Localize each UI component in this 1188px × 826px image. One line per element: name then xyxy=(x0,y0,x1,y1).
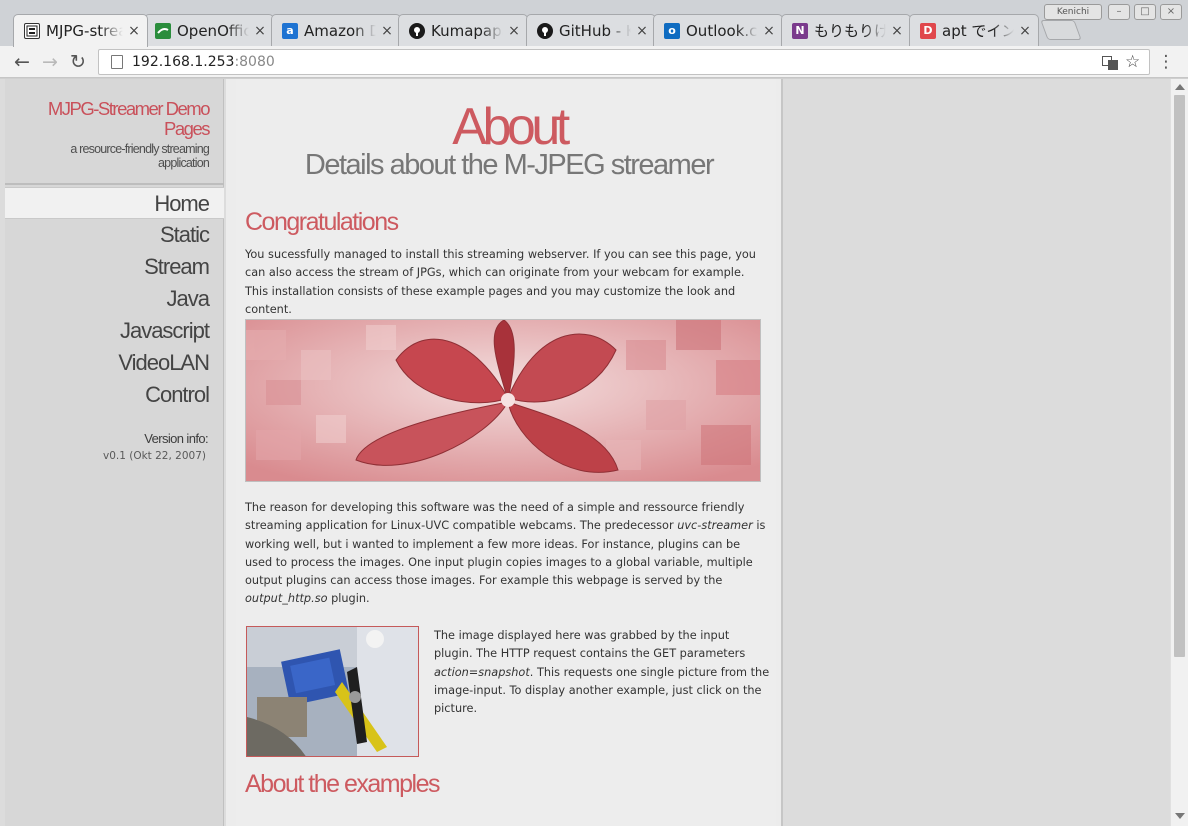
onenote-icon: N xyxy=(792,22,808,39)
tab-kumapapa[interactable]: Kumapapa × xyxy=(398,14,528,46)
minimize-button[interactable]: – xyxy=(1108,4,1130,20)
tab-amazon-drive[interactable]: a Amazon Drive × xyxy=(271,14,401,46)
tab-title: もりもりけん xyxy=(814,22,886,40)
page-icon xyxy=(111,55,123,69)
scroll-down-icon[interactable] xyxy=(1175,813,1185,819)
snapshot-caption: The image displayed here was grabbed by … xyxy=(434,627,770,718)
tab-outlook[interactable]: o Outlook.com × xyxy=(653,14,783,46)
docs-icon: D xyxy=(920,22,936,39)
close-icon[interactable]: × xyxy=(890,23,904,39)
new-tab-button[interactable] xyxy=(1040,20,1082,40)
about-text-part: plugin. xyxy=(327,592,370,606)
openoffice-icon xyxy=(155,22,171,39)
forward-button[interactable]: → xyxy=(38,50,62,74)
maximize-button[interactable]: □ xyxy=(1134,4,1156,20)
snapshot-text-part: The image displayed here was grabbed by … xyxy=(434,629,746,661)
main-nav: Home Static Stream Java Javascript Video… xyxy=(5,187,224,411)
github-icon xyxy=(537,22,553,39)
close-icon[interactable]: × xyxy=(1018,23,1032,39)
url-port: :8080 xyxy=(234,54,275,70)
menu-icon[interactable]: ⋮ xyxy=(1154,50,1178,74)
nav-item-javascript[interactable]: Javascript xyxy=(5,315,224,347)
nav-item-stream[interactable]: Stream xyxy=(5,251,224,283)
page-viewport: MJPG-Streamer Demo Pages a resource-frie… xyxy=(0,79,1170,826)
tab-github[interactable]: GitHub - K × xyxy=(526,14,656,46)
page-subtitle: Details about the M-JPEG streamer xyxy=(304,149,715,181)
profile-button[interactable]: Kenichi xyxy=(1044,4,1102,20)
reload-button[interactable]: ↻ xyxy=(66,50,90,74)
close-icon[interactable]: × xyxy=(762,23,776,39)
nav-item-videolan[interactable]: VideoLAN xyxy=(5,347,224,379)
close-icon[interactable]: × xyxy=(507,23,521,39)
browser-toolbar: ← → ↻ 192.168.1.253:8080 ☆ ⋮ xyxy=(0,46,1188,78)
version-value: v0.1 (Okt 22, 2007) xyxy=(102,450,206,462)
flower-banner-image xyxy=(245,319,761,482)
sidebar: MJPG-Streamer Demo Pages a resource-frie… xyxy=(5,79,224,826)
amazon-icon: a xyxy=(282,22,298,39)
about-text-part: The reason for developing this software … xyxy=(245,501,745,533)
tab-title: MJPG-streamer xyxy=(46,22,123,40)
close-icon[interactable]: × xyxy=(380,23,394,39)
section-heading-congratulations: Congratulations xyxy=(245,208,399,236)
close-icon[interactable]: × xyxy=(127,23,141,39)
snapshot-image[interactable] xyxy=(246,626,419,757)
tab-title: Kumapapa xyxy=(431,21,503,40)
version-label: Version info: xyxy=(144,431,208,446)
github-icon xyxy=(409,22,425,39)
site-subtitle: a resource-friendly streaming applicatio… xyxy=(70,142,209,170)
tab-title: apt でインス xyxy=(942,22,1014,40)
translate-icon[interactable] xyxy=(1102,56,1118,74)
uvc-streamer-term: uvc-streamer xyxy=(677,519,753,533)
site-header: MJPG-Streamer Demo Pages a resource-frie… xyxy=(5,79,224,185)
mjpg-icon xyxy=(24,23,40,39)
page-scrollbar[interactable] xyxy=(1170,79,1188,826)
close-icon[interactable]: × xyxy=(253,23,267,39)
scroll-up-icon[interactable] xyxy=(1175,84,1185,90)
tab-apt[interactable]: D apt でインス × xyxy=(909,14,1039,46)
nav-item-static[interactable]: Static xyxy=(5,219,224,251)
scroll-thumb[interactable] xyxy=(1174,95,1185,657)
congratulations-text: You sucessfully managed to install this … xyxy=(245,248,756,316)
tab-morimoriken[interactable]: N もりもりけん × xyxy=(781,14,911,46)
site-title: MJPG-Streamer Demo Pages xyxy=(47,98,211,139)
about-paragraph: The reason for developing this software … xyxy=(245,499,769,609)
url-host: 192.168.1.253 xyxy=(132,54,235,70)
tab-title: OpenOffice xyxy=(177,21,249,40)
tab-title: Outlook.com xyxy=(686,21,758,40)
close-window-button[interactable]: × xyxy=(1160,4,1182,20)
tab-strip: MJPG-streamer × OpenOffice × a Amazon Dr… xyxy=(0,0,1188,47)
back-button[interactable]: ← xyxy=(10,50,34,74)
tab-mjpg-streamer[interactable]: MJPG-streamer × xyxy=(13,14,148,47)
address-bar[interactable]: 192.168.1.253:8080 ☆ xyxy=(98,49,1150,75)
output-http-term: output_http.so xyxy=(245,592,328,606)
snapshot-param: action=snapshot xyxy=(434,665,530,679)
outlook-icon: o xyxy=(664,22,680,39)
bookmark-star-icon[interactable]: ☆ xyxy=(1125,52,1140,72)
section-heading-examples: About the examples xyxy=(245,770,440,798)
tab-title: Amazon Drive xyxy=(304,21,376,40)
tab-title: GitHub - K xyxy=(559,21,631,40)
nav-item-java[interactable]: Java xyxy=(5,283,224,315)
close-icon[interactable]: × xyxy=(635,23,649,39)
tab-openoffice[interactable]: OpenOffice × xyxy=(144,14,274,46)
nav-item-control[interactable]: Control xyxy=(5,379,224,411)
nav-item-home[interactable]: Home xyxy=(5,187,224,219)
